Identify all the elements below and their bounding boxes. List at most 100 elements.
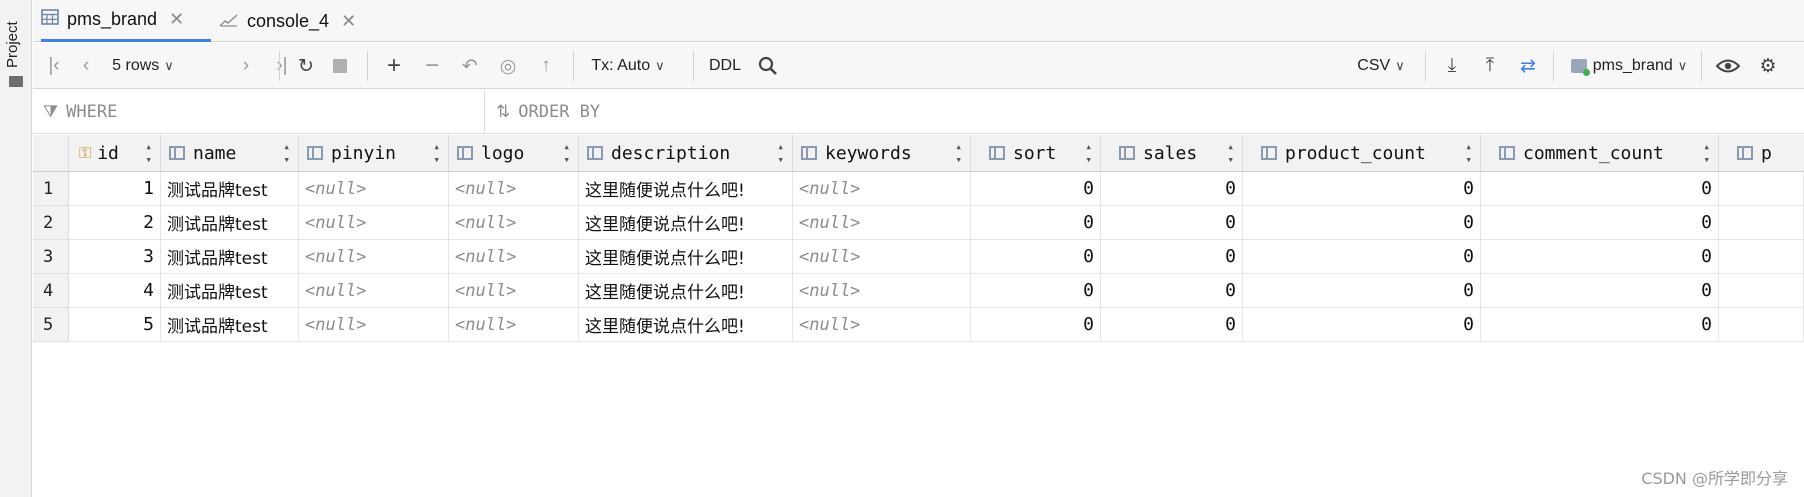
row-number[interactable]: 4 xyxy=(33,274,69,308)
column-header-truncated[interactable]: p xyxy=(1719,135,1804,172)
table-cell-id[interactable]: 2 xyxy=(69,206,161,240)
table-cell-truncated[interactable] xyxy=(1719,172,1804,206)
ddl-button[interactable]: DDL xyxy=(705,43,745,89)
table-cell-pinyin[interactable]: <null> xyxy=(299,240,449,274)
table-cell-logo[interactable]: <null> xyxy=(449,206,579,240)
table-cell-sales[interactable]: 0 xyxy=(1101,274,1243,308)
table-cell-description[interactable]: 这里随便说点什么吧! xyxy=(579,240,793,274)
table-cell-name[interactable]: 测试品牌test xyxy=(161,308,299,342)
tab-pms-brand[interactable]: pms_brand ✕ xyxy=(41,0,211,42)
next-page-icon[interactable]: › xyxy=(233,43,259,89)
table-cell-sales[interactable]: 0 xyxy=(1101,240,1243,274)
table-cell-description[interactable]: 这里随便说点什么吧! xyxy=(579,172,793,206)
sort-icon[interactable]: ▴ ▾ xyxy=(955,140,962,166)
table-cell-pinyin[interactable]: <null> xyxy=(299,172,449,206)
table-cell-comment-count[interactable]: 0 xyxy=(1481,172,1719,206)
table-cell-comment-count[interactable]: 0 xyxy=(1481,206,1719,240)
submit-icon[interactable]: ↑ xyxy=(531,43,561,89)
add-row-icon[interactable]: + xyxy=(379,43,409,89)
column-header-description[interactable]: description ▴ ▾ xyxy=(579,135,793,172)
export-format-dropdown[interactable]: CSV ∨ xyxy=(1351,43,1411,89)
table-cell-id[interactable]: 1 xyxy=(69,172,161,206)
table-cell-product-count[interactable]: 0 xyxy=(1243,206,1481,240)
tx-mode-dropdown[interactable]: Tx: Auto ∨ xyxy=(585,43,671,89)
sort-icon[interactable]: ▴ ▾ xyxy=(283,140,290,166)
sort-icon[interactable]: ▴ ▾ xyxy=(145,140,152,166)
table-cell-logo[interactable]: <null> xyxy=(449,274,579,308)
stop-icon[interactable] xyxy=(325,43,355,89)
table-cell-id[interactable]: 5 xyxy=(69,308,161,342)
table-cell-logo[interactable]: <null> xyxy=(449,308,579,342)
sort-icon[interactable]: ▴ ▾ xyxy=(1703,140,1710,166)
column-header-keywords[interactable]: keywords ▴ ▾ xyxy=(793,135,971,172)
table-cell-logo[interactable]: <null> xyxy=(449,172,579,206)
first-page-icon[interactable]: |‹ xyxy=(39,43,69,89)
table-cell-name[interactable]: 测试品牌test xyxy=(161,206,299,240)
search-icon[interactable] xyxy=(753,43,783,89)
column-header-sales[interactable]: sales ▴ ▾ xyxy=(1101,135,1243,172)
table-cell-id[interactable]: 3 xyxy=(69,240,161,274)
datasource-dropdown[interactable]: pms_brand ∨ xyxy=(1565,43,1693,89)
table-cell-description[interactable]: 这里随便说点什么吧! xyxy=(579,274,793,308)
sort-icon[interactable]: ▴ ▾ xyxy=(1227,140,1234,166)
table-cell-keywords[interactable]: <null> xyxy=(793,206,971,240)
table-cell-product-count[interactable]: 0 xyxy=(1243,274,1481,308)
order-by-input[interactable]: ⇅ ORDER BY xyxy=(486,90,600,134)
close-icon[interactable]: ✕ xyxy=(169,9,184,30)
reload-icon[interactable]: ↻ xyxy=(291,43,321,89)
table-cell-comment-count[interactable]: 0 xyxy=(1481,308,1719,342)
row-number[interactable]: 3 xyxy=(33,240,69,274)
table-cell-product-count[interactable]: 0 xyxy=(1243,308,1481,342)
where-filter-input[interactable]: ⧩ WHERE xyxy=(33,90,485,134)
table-cell-pinyin[interactable]: <null> xyxy=(299,206,449,240)
table-cell-comment-count[interactable]: 0 xyxy=(1481,274,1719,308)
table-cell-sort[interactable]: 0 xyxy=(971,172,1101,206)
table-cell-logo[interactable]: <null> xyxy=(449,240,579,274)
prev-page-icon[interactable]: ‹ xyxy=(73,43,99,89)
eye-icon[interactable] xyxy=(1711,43,1745,89)
table-cell-truncated[interactable] xyxy=(1719,240,1804,274)
column-header-name[interactable]: name ▴ ▾ xyxy=(161,135,299,172)
table-cell-sort[interactable]: 0 xyxy=(971,274,1101,308)
tab-console-4[interactable]: console_4 ✕ xyxy=(219,0,369,42)
revert-icon[interactable]: ↶ xyxy=(455,43,485,89)
sort-icon[interactable]: ▴ ▾ xyxy=(777,140,784,166)
table-cell-sales[interactable]: 0 xyxy=(1101,206,1243,240)
table-cell-name[interactable]: 测试品牌test xyxy=(161,172,299,206)
table-cell-sales[interactable]: 0 xyxy=(1101,172,1243,206)
sort-icon[interactable]: ▴ ▾ xyxy=(1085,140,1092,166)
table-cell-product-count[interactable]: 0 xyxy=(1243,240,1481,274)
row-number[interactable]: 1 xyxy=(33,172,69,206)
rows-count-dropdown[interactable]: 5 rows ∨ xyxy=(105,43,181,89)
table-cell-name[interactable]: 测试品牌test xyxy=(161,240,299,274)
table-cell-keywords[interactable]: <null> xyxy=(793,172,971,206)
upload-icon[interactable]: ⤒ xyxy=(1475,43,1505,89)
column-header-product-count[interactable]: product_count ▴ ▾ xyxy=(1243,135,1481,172)
sort-icon[interactable]: ▴ ▾ xyxy=(1465,140,1472,166)
table-cell-truncated[interactable] xyxy=(1719,308,1804,342)
preview-icon[interactable]: ◎ xyxy=(493,43,523,89)
download-icon[interactable]: ⤓ xyxy=(1437,43,1467,89)
delete-row-icon[interactable]: − xyxy=(417,43,447,89)
table-cell-sort[interactable]: 0 xyxy=(971,240,1101,274)
table-cell-comment-count[interactable]: 0 xyxy=(1481,240,1719,274)
close-icon[interactable]: ✕ xyxy=(341,11,356,32)
table-cell-description[interactable]: 这里随便说点什么吧! xyxy=(579,206,793,240)
sort-icon[interactable]: ▴ ▾ xyxy=(563,140,570,166)
column-header-logo[interactable]: logo ▴ ▾ xyxy=(449,135,579,172)
column-header-sort[interactable]: sort ▴ ▾ xyxy=(971,135,1101,172)
table-cell-id[interactable]: 4 xyxy=(69,274,161,308)
column-header-id[interactable]: ⚿ id ▴ ▾ xyxy=(69,135,161,172)
table-cell-keywords[interactable]: <null> xyxy=(793,240,971,274)
table-cell-pinyin[interactable]: <null> xyxy=(299,274,449,308)
sort-icon[interactable]: ▴ ▾ xyxy=(433,140,440,166)
column-header-comment-count[interactable]: comment_count ▴ ▾ xyxy=(1481,135,1719,172)
table-cell-product-count[interactable]: 0 xyxy=(1243,172,1481,206)
table-cell-sales[interactable]: 0 xyxy=(1101,308,1243,342)
table-cell-description[interactable]: 这里随便说点什么吧! xyxy=(579,308,793,342)
table-cell-sort[interactable]: 0 xyxy=(971,206,1101,240)
column-header-pinyin[interactable]: pinyin ▴ ▾ xyxy=(299,135,449,172)
table-cell-keywords[interactable]: <null> xyxy=(793,274,971,308)
table-cell-keywords[interactable]: <null> xyxy=(793,308,971,342)
table-cell-pinyin[interactable]: <null> xyxy=(299,308,449,342)
